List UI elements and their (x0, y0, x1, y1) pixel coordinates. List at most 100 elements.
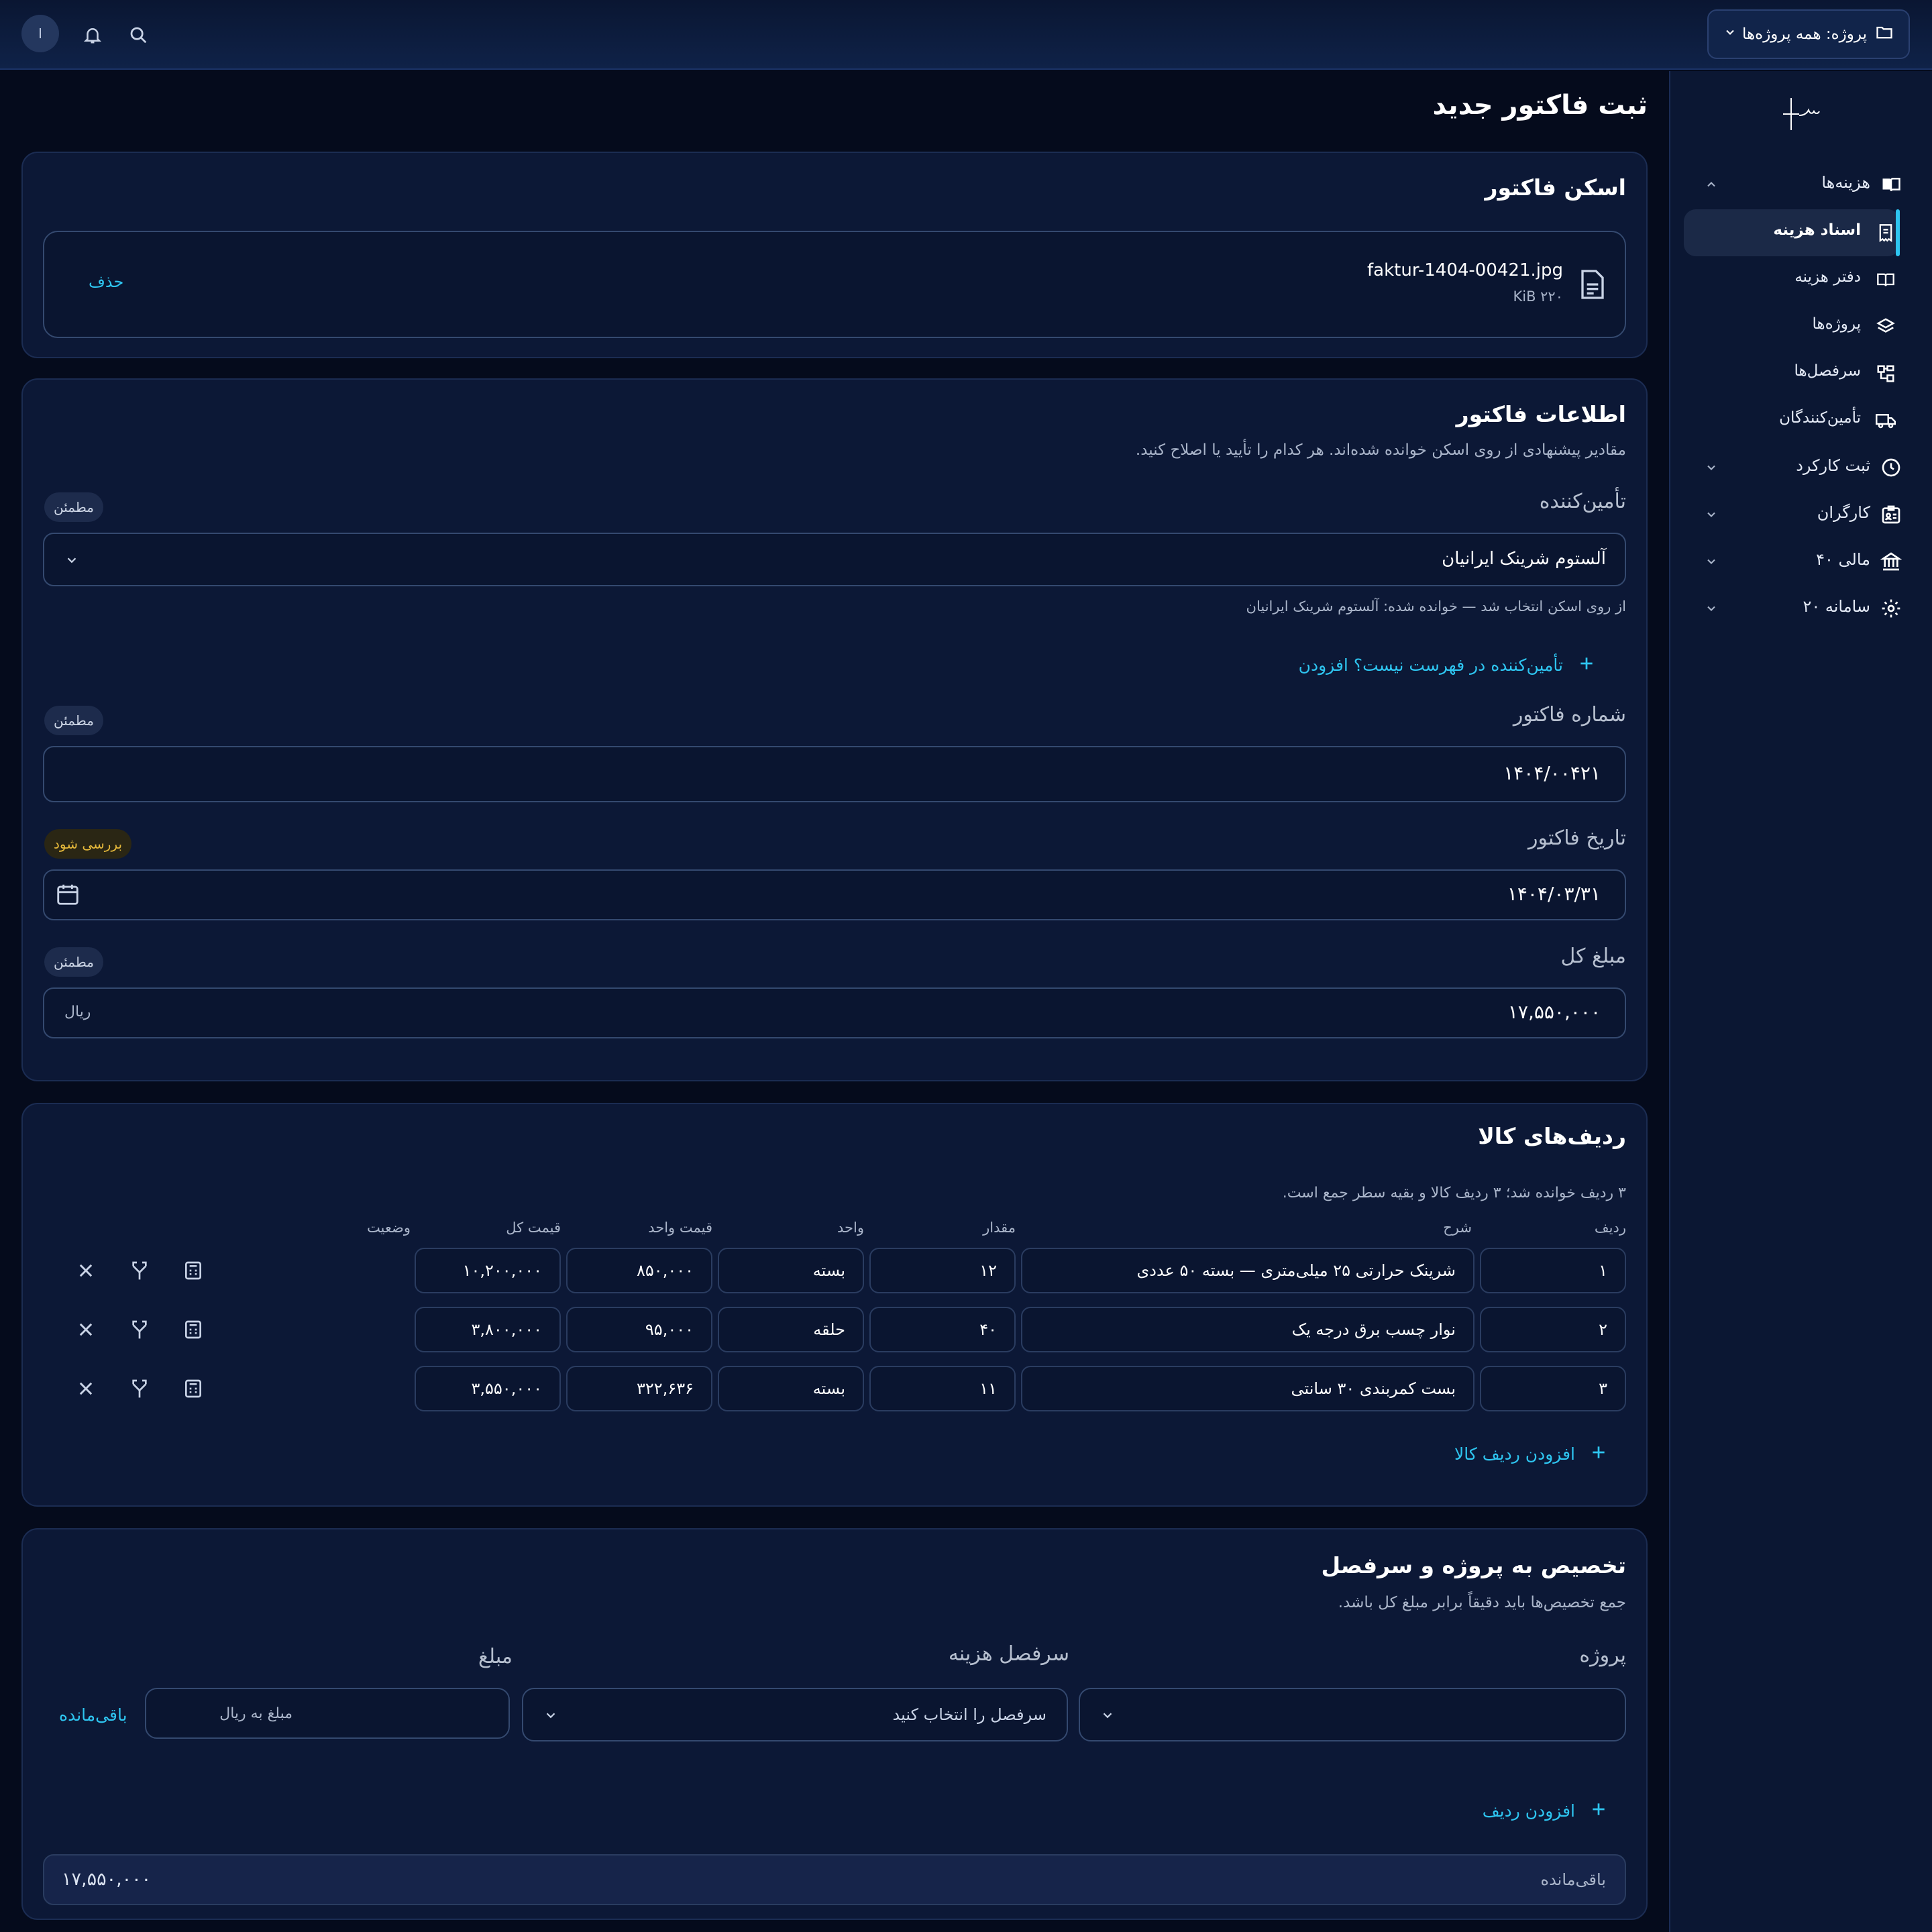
delete-file-button[interactable]: حذف (89, 272, 123, 291)
close-icon[interactable] (72, 1375, 99, 1402)
sidebar-item-projects[interactable]: پروژه‌ها (1669, 305, 1932, 349)
row-number-input[interactable]: ۱ (1480, 1248, 1626, 1293)
sidebar-item-finance[interactable]: مالی ۴۰ (1669, 539, 1932, 584)
unit-input[interactable]: بسته (718, 1366, 864, 1411)
line-items-title: ردیف‌های کالا (1478, 1123, 1626, 1149)
split-icon[interactable] (126, 1316, 153, 1343)
sidebar-item-system[interactable]: سامانه ۲۰ (1669, 586, 1932, 631)
unit-price-input[interactable]: ۳۲۲,۶۳۶ (566, 1366, 712, 1411)
top-bar: پروژه: همه پروژه‌ها ا (0, 0, 1932, 70)
sidebar-item-expense-docs[interactable]: اسناد هزینه (1669, 211, 1932, 255)
sidebar-item-categories[interactable]: سرفصل‌ها (1669, 352, 1932, 396)
confidence-badge: مطمئن (44, 492, 103, 522)
sidebar-item-suppliers[interactable]: تأمین‌کنندگان (1669, 398, 1932, 443)
category-placeholder: سرفصل را انتخاب کنید (892, 1705, 1046, 1724)
unit-price-input[interactable]: ۹۵,۰۰۰ (566, 1307, 712, 1352)
remaining-label: باقی‌مانده (1540, 1870, 1607, 1889)
invoice-date-value: ۱۴۰۴/۰۳/۳۱ (1507, 883, 1601, 905)
chevron-down-icon (543, 1708, 558, 1725)
invoice-date-input[interactable]: ۱۴۰۴/۰۳/۳۱ (43, 869, 1626, 920)
supplier-select-value: آلستوم شرینک ایرانیان (1442, 549, 1606, 569)
column-header-desc: شرح (1443, 1220, 1472, 1236)
sidebar-item-label: تأمین‌کنندگان (1779, 409, 1861, 427)
category-select[interactable]: سرفصل را انتخاب کنید (522, 1688, 1068, 1741)
scan-card: اسکن فاکتور faktur-1404-00421.jpg KiB ۲۲… (21, 152, 1648, 358)
split-icon[interactable] (126, 1375, 153, 1402)
sidebar-item-label: سرفصل‌ها (1794, 362, 1861, 380)
supplier-hint: از روی اسکن انتخاب شد — خوانده شده: آلست… (1246, 598, 1626, 614)
folder-icon (1875, 23, 1894, 46)
quantity-input[interactable]: ۱۱ (869, 1366, 1016, 1411)
allocation-subtitle: جمع تخصیص‌ها باید دقیقاً برابر مبلغ کل ب… (1338, 1594, 1626, 1611)
chevron-down-icon (1100, 1708, 1115, 1725)
add-line-item-button[interactable]: افزودن ردیف کالا (1454, 1444, 1607, 1464)
fill-remaining-button[interactable]: باقی‌مانده (59, 1705, 127, 1725)
sidebar-item-label: هزینه‌ها (1821, 173, 1870, 192)
allocation-card: تخصیص به پروژه و سرفصل جمع تخصیص‌ها باید… (21, 1528, 1648, 1920)
chevron-down-icon (1723, 25, 1737, 43)
category-label: سرفصل هزینه (948, 1642, 1069, 1666)
sidebar-item-timesheet[interactable]: ثبت کارکرد (1669, 445, 1932, 490)
calculator-icon[interactable] (180, 1316, 207, 1343)
calculator-icon[interactable] (180, 1375, 207, 1402)
chevron-up-icon (1701, 174, 1721, 195)
file-size: KiB ۲۲۰ (1513, 288, 1563, 305)
line-total-input[interactable]: ۱۰,۲۰۰,۰۰۰ (415, 1248, 561, 1293)
line-total-input[interactable]: ۳,۵۵۰,۰۰۰ (415, 1366, 561, 1411)
line-total-input[interactable]: ۳,۸۰۰,۰۰۰ (415, 1307, 561, 1352)
currency-unit: ریال (64, 1004, 91, 1020)
quantity-input[interactable]: ۴۰ (869, 1307, 1016, 1352)
invoice-info-card: اطلاعات فاکتور مقادیر پیشنهادی از روی اس… (21, 378, 1648, 1081)
supplier-select[interactable]: آلستوم شرینک ایرانیان (43, 533, 1626, 586)
calculator-icon[interactable] (180, 1257, 207, 1284)
remaining-summary: باقی‌مانده ۱۷,۵۵۰,۰۰۰ (43, 1854, 1626, 1905)
scan-title: اسکن فاکتور (1485, 174, 1627, 201)
plus-icon (1578, 655, 1595, 675)
book-open-icon (1880, 173, 1902, 196)
column-header-row: ردیف (1594, 1220, 1626, 1236)
review-badge: بررسی شود (44, 829, 132, 859)
bell-icon[interactable] (78, 20, 107, 50)
unit-input[interactable]: حلقه (718, 1307, 864, 1352)
unit-price-input[interactable]: ۸۵۰,۰۰۰ (566, 1248, 712, 1293)
project-select[interactable] (1079, 1688, 1626, 1741)
unit-input[interactable]: بسته (718, 1248, 864, 1293)
brand-logo (1764, 94, 1845, 134)
row-number-input[interactable]: ۲ (1480, 1307, 1626, 1352)
bank-icon (1880, 550, 1902, 573)
amount-input[interactable]: مبلغ به ریال (145, 1688, 510, 1739)
row-number-input[interactable]: ۳ (1480, 1366, 1626, 1411)
sidebar-item-workers[interactable]: کارگران (1669, 492, 1932, 537)
layers-icon (1874, 315, 1897, 338)
line-items-subtitle: ۳ ردیف خوانده شد؛ ۳ ردیف کالا و بقیه سطر… (1282, 1185, 1626, 1201)
chevron-down-icon (1701, 551, 1721, 572)
truck-icon (1874, 409, 1897, 432)
column-header-unit-price: قیمت واحد (648, 1220, 712, 1236)
quantity-input[interactable]: ۱۲ (869, 1248, 1016, 1293)
file-name: faktur-1404-00421.jpg (1367, 260, 1563, 280)
sidebar-item-expenses[interactable]: هزینه‌ها (1669, 162, 1932, 207)
invoice-number-input[interactable]: ۱۴۰۴/۰۰۴۲۱ (43, 746, 1626, 802)
invoice-date-label: تاریخ فاکتور (1527, 826, 1626, 850)
calendar-icon[interactable] (55, 881, 80, 910)
search-icon[interactable] (123, 20, 153, 50)
description-input[interactable]: بست کمربندی ۳۰ سانتی (1021, 1366, 1474, 1411)
amount-label: مبلغ (478, 1645, 513, 1668)
add-supplier-link[interactable]: تأمین‌کننده در فهرست نیست؟ افزودن (1299, 655, 1595, 675)
close-icon[interactable] (72, 1257, 99, 1284)
gear-icon (1880, 597, 1902, 620)
chevron-down-icon (1701, 598, 1721, 619)
sidebar: هزینه‌ها اسناد هزینه دفتر هزینه پروژه‌ها… (1669, 71, 1932, 1932)
total-amount-input[interactable]: ۱۷,۵۵۰,۰۰۰ ریال (43, 987, 1626, 1038)
add-allocation-row-label: افزودن ردیف (1482, 1801, 1575, 1821)
project-label: پروژه (1579, 1644, 1626, 1667)
close-icon[interactable] (72, 1316, 99, 1343)
sidebar-item-expense-ledger[interactable]: دفتر هزینه (1669, 258, 1932, 302)
split-icon[interactable] (126, 1257, 153, 1284)
description-input[interactable]: نوار چسب برق درجه یک (1021, 1307, 1474, 1352)
add-allocation-row-button[interactable]: افزودن ردیف (1483, 1801, 1607, 1821)
sidebar-item-label: اسناد هزینه (1773, 221, 1861, 239)
avatar[interactable]: ا (21, 15, 59, 52)
project-selector[interactable]: پروژه: همه پروژه‌ها (1707, 9, 1910, 59)
description-input[interactable]: شرینک حرارتی ۲۵ میلی‌متری — بسته ۵۰ عددی (1021, 1248, 1474, 1293)
